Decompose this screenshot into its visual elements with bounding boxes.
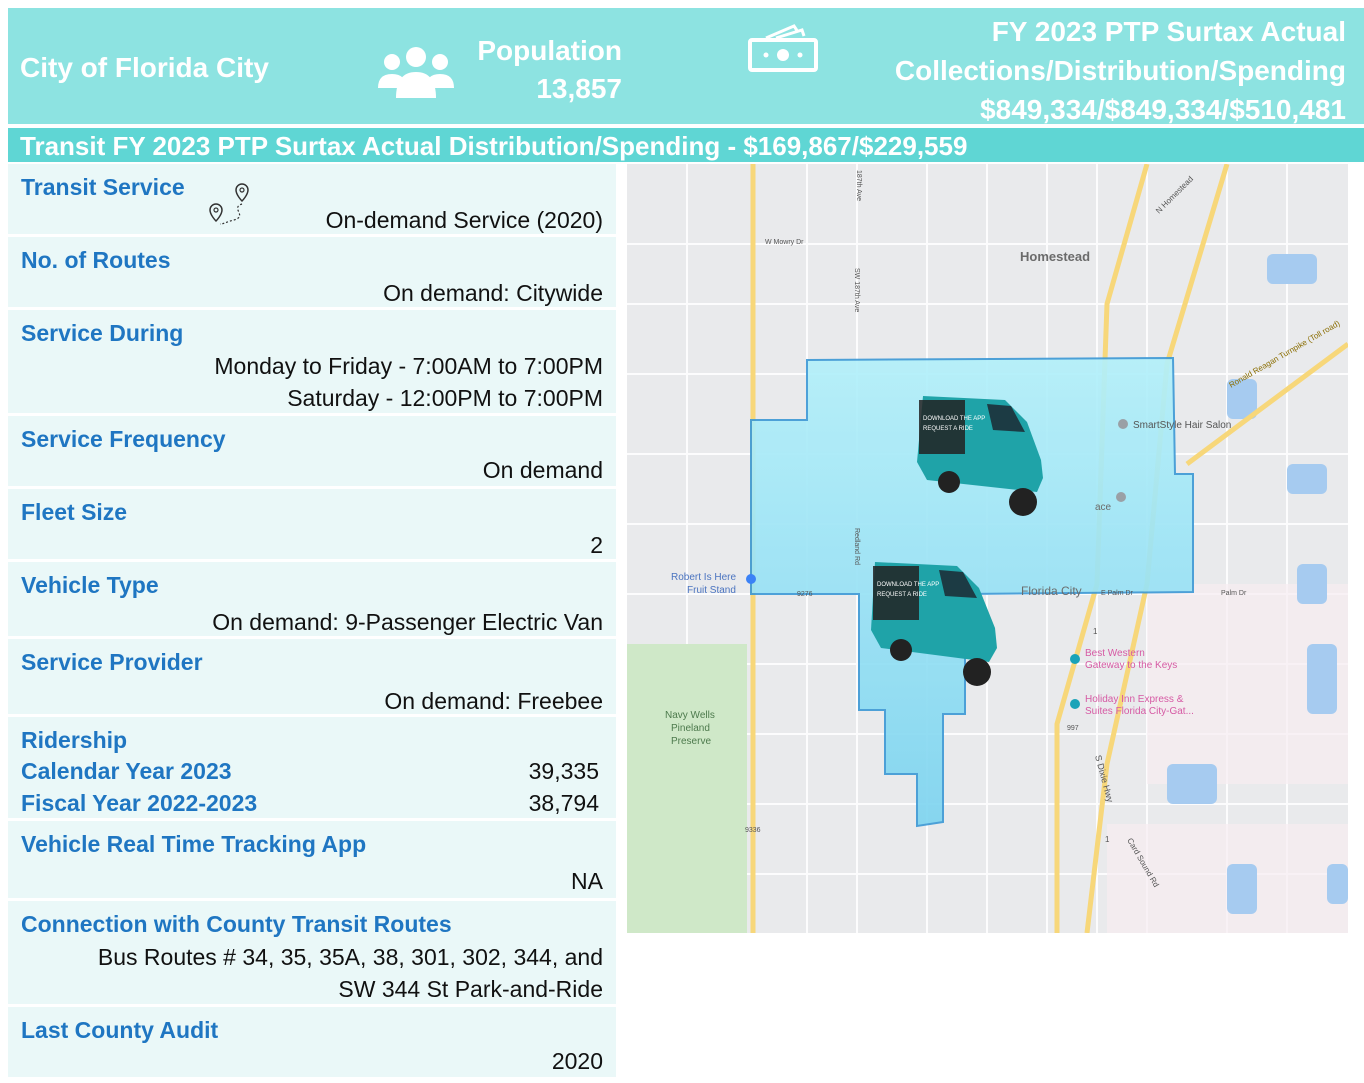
row-title: Last County Audit <box>21 1017 219 1043</box>
audit-row: Last County Audit 2020 <box>8 1007 616 1077</box>
ptp-line-3: $849,334/$849,334/$510,481 <box>980 94 1346 125</box>
map-label-ace: ace <box>1095 502 1112 513</box>
map-label-florida-city: Florida City <box>1021 584 1082 598</box>
map-label-navy-3: Preserve <box>671 736 711 747</box>
fleet-row: Fleet Size 2 <box>8 489 616 562</box>
map-label-shield-9336: 9336 <box>745 827 761 834</box>
map-label-shield-9276: 9276 <box>797 591 813 598</box>
population-label: Population <box>477 35 622 66</box>
ptp-line-2: Collections/Distribution/Spending <box>894 55 1346 86</box>
header-banner: City of Florida City Population 13,857 F… <box>8 8 1364 125</box>
map-label-hi-1: Holiday Inn Express & <box>1085 694 1184 705</box>
row-title: No. of Routes <box>21 247 171 273</box>
fiscal-year-label: Fiscal Year 2022-2023 <box>21 790 258 816</box>
poi-marker[interactable] <box>1070 654 1080 664</box>
tracking-app-row: Vehicle Real Time Tracking App NA <box>8 821 616 901</box>
map-label-mowry: W Mowry Dr <box>765 239 804 246</box>
transit-service-row: Transit Service On-demand Service (2020) <box>8 164 616 237</box>
row-title: Ridership <box>21 727 128 753</box>
row-value: On demand: Freebee <box>384 688 603 714</box>
calendar-year-label: Calendar Year 2023 <box>21 758 232 784</box>
row-value: 2020 <box>551 1048 603 1074</box>
transit-summary-bar: Transit FY 2023 PTP Surtax Actual Distri… <box>8 128 1364 162</box>
map-label-187: 187th Ave <box>855 170 862 201</box>
map-label-robert-2: Fruit Stand <box>687 585 736 596</box>
weekday-hours: Monday to Friday - 7:00AM to 7:00PM <box>214 353 603 379</box>
row-title: Transit Service <box>21 174 185 200</box>
calendar-year-value: 39,335 <box>528 758 599 784</box>
map-label-robert-1: Robert Is Here <box>671 572 736 583</box>
poi-marker[interactable] <box>1118 419 1128 429</box>
row-title: Vehicle Real Time Tracking App <box>21 831 367 857</box>
ridership-row: Ridership Calendar Year 2023 39,335 Fisc… <box>8 717 616 821</box>
row-title: Service Provider <box>21 649 203 675</box>
connection-row: Connection with County Transit Routes Bu… <box>8 901 616 1007</box>
service-during-row: Service During Monday to Friday - 7:00AM… <box>8 310 616 416</box>
row-value: On demand <box>482 457 603 483</box>
ptp-summary: FY 2023 PTP Surtax Actual Collections/Di… <box>826 12 1346 129</box>
connection-line-1: Bus Routes # 34, 35, 35A, 38, 301, 302, … <box>97 944 603 970</box>
van-2-text-1: DOWNLOAD THE APP <box>877 582 939 588</box>
frequency-row: Service Frequency On demand <box>8 416 616 489</box>
fiscal-year-value: 38,794 <box>528 790 599 816</box>
map-label-hi-2: Suites Florida City-Gat... <box>1085 706 1194 717</box>
population-block: Population 13,857 <box>448 32 622 108</box>
row-value: On-demand Service (2020) <box>325 207 603 233</box>
map-label-redland: Redland Rd <box>853 528 860 565</box>
poi-marker[interactable] <box>1116 492 1126 502</box>
connection-line-2: SW 344 St Park-and-Ride <box>338 976 603 1002</box>
people-icon <box>378 47 454 98</box>
poi-marker[interactable] <box>1070 699 1080 709</box>
saturday-hours: Saturday - 12:00PM to 7:00PM <box>287 385 603 411</box>
poi-marker[interactable] <box>746 574 756 584</box>
map-label-navy-2: Pineland <box>671 723 710 734</box>
map-label-sw187: SW 187th Ave <box>853 268 860 312</box>
map-label-smartstyle: SmartStyle Hair Salon <box>1133 420 1231 431</box>
van-1-text-1: DOWNLOAD THE APP <box>923 416 985 422</box>
row-title: Service Frequency <box>21 426 226 452</box>
row-value: 2 <box>590 532 603 558</box>
van-1-text-2: REQUEST A RIDE <box>923 426 973 432</box>
row-value: On demand: 9-Passenger Electric Van <box>212 609 603 635</box>
map-label-shield-1: 1 <box>1093 627 1098 636</box>
map-label-shield-1b: 1 <box>1105 835 1110 844</box>
map-label-palm: Palm Dr <box>1221 590 1247 597</box>
map-label-shield-997: 997 <box>1067 725 1079 732</box>
vehicle-type-row: Vehicle Type On demand: 9-Passenger Elec… <box>8 562 616 639</box>
ptp-line-1: FY 2023 PTP Surtax Actual <box>991 16 1346 47</box>
map-canvas: DOWNLOAD THE APP REQUEST A RIDE DOWNLOAD… <box>627 164 1348 933</box>
row-title: Connection with County Transit Routes <box>21 911 452 937</box>
route-pin-icon <box>209 183 249 225</box>
row-title: Service During <box>21 320 184 346</box>
row-value: NA <box>571 868 603 894</box>
info-column: Transit Service On-demand Service (2020)… <box>8 164 616 1077</box>
map-label-bw-2: Gateway to the Keys <box>1085 660 1177 671</box>
fiscal-year-line: Fiscal Year 2022-2023 38,794 <box>21 787 603 819</box>
row-title: Vehicle Type <box>21 572 159 598</box>
population-value: 13,857 <box>536 73 622 104</box>
row-title: Fleet Size <box>21 499 128 525</box>
routes-row: No. of Routes On demand: Citywide <box>8 237 616 310</box>
city-name: City of Florida City <box>20 52 269 83</box>
map-label-e-palm: E Palm Dr <box>1101 590 1134 597</box>
calendar-year-line: Calendar Year 2023 39,335 <box>21 755 603 787</box>
row-value: On demand: Citywide <box>383 280 603 306</box>
map-label-navy-1: Navy Wells <box>665 710 715 721</box>
service-area-map[interactable]: DOWNLOAD THE APP REQUEST A RIDE DOWNLOAD… <box>627 164 1348 933</box>
map-label-homestead: Homestead <box>1020 249 1090 264</box>
money-icon <box>748 24 818 72</box>
map-label-bw-1: Best Western <box>1085 648 1145 659</box>
park-area <box>627 644 747 933</box>
van-2-text-2: REQUEST A RIDE <box>877 592 927 598</box>
provider-row: Service Provider On demand: Freebee <box>8 639 616 717</box>
